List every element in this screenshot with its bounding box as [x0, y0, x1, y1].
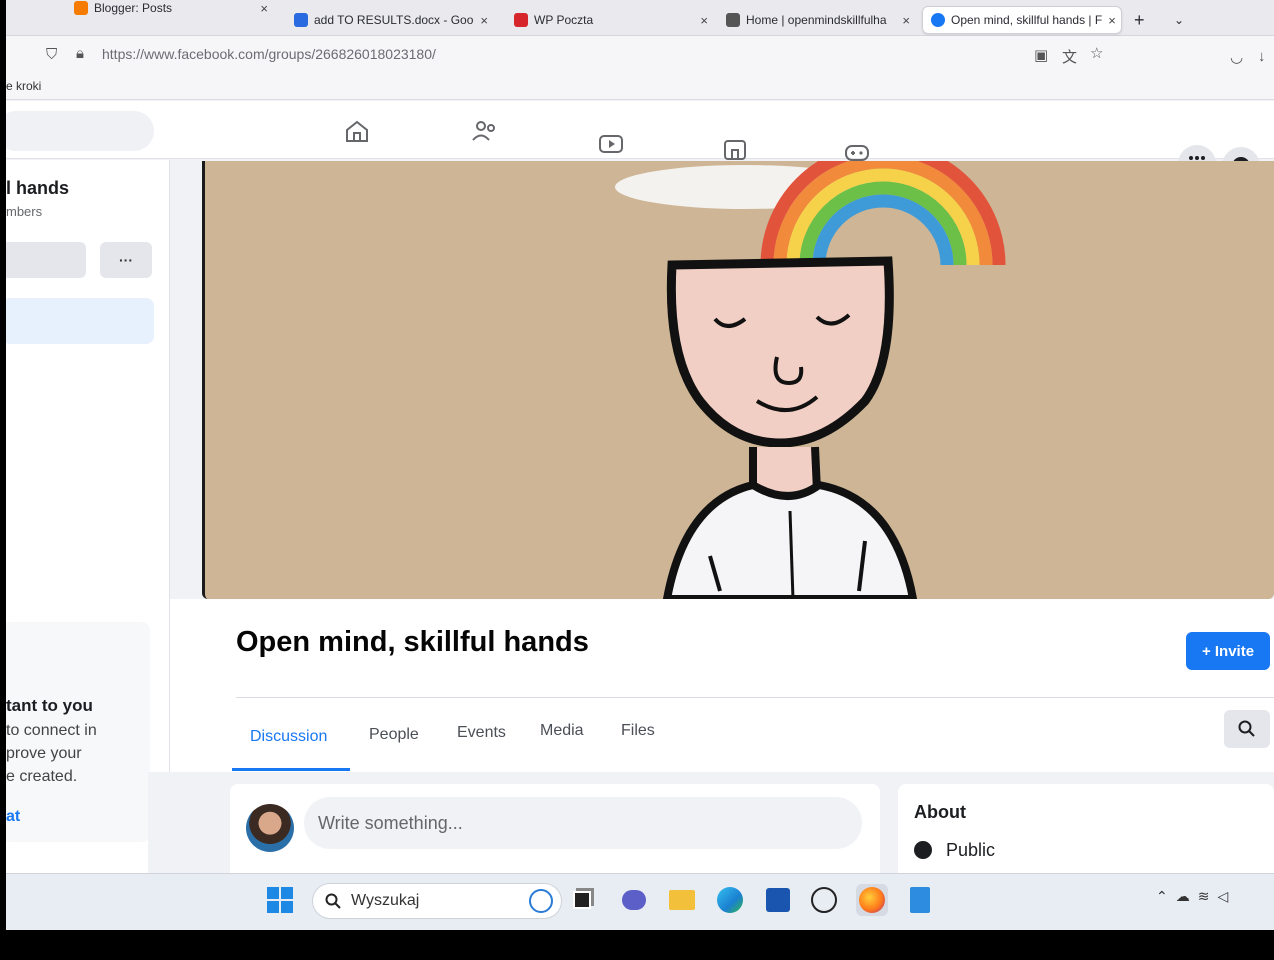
left-sidebar: l hands mbers ··· tant to you to connect… — [6, 160, 170, 875]
document-app-icon[interactable] — [904, 884, 936, 916]
close-tab-icon[interactable]: × — [480, 13, 488, 28]
card-text: e created. — [6, 768, 78, 785]
tab-files[interactable]: Files — [621, 722, 655, 740]
tab-people[interactable]: People — [369, 726, 419, 744]
search-icon — [1238, 720, 1255, 737]
privacy-label: Public — [946, 840, 996, 860]
search-icon — [325, 893, 341, 909]
shield-icon[interactable]: ⛉ — [46, 46, 57, 63]
tab-discussion[interactable]: Discussion — [250, 728, 327, 746]
bookmark-item[interactable]: e kroki — [6, 79, 41, 93]
wifi-icon[interactable]: ≋ — [1198, 888, 1218, 904]
watch-icon[interactable] — [596, 131, 626, 159]
chat-icon[interactable] — [618, 884, 650, 916]
wp-icon — [514, 13, 528, 27]
bing-icon[interactable] — [529, 889, 553, 913]
tab-docs[interactable]: add TO RESULTS.docx - Goo × — [286, 6, 496, 34]
new-tab-button[interactable]: + — [1126, 6, 1156, 34]
header-divider — [236, 697, 1274, 698]
task-view-icon[interactable] — [566, 884, 598, 916]
bookmark-star-icon[interactable]: ☆ — [1090, 44, 1103, 62]
friends-icon[interactable] — [470, 117, 500, 145]
facebook-top-nav — [6, 101, 1274, 161]
screen: Blogger: Posts × add TO RESULTS.docx - G… — [6, 0, 1274, 930]
home-icon[interactable] — [342, 117, 372, 145]
card-link[interactable]: at — [6, 808, 20, 826]
joined-button[interactable] — [6, 242, 86, 278]
tab-label: WP Poczta — [534, 13, 594, 27]
edge-icon[interactable] — [714, 884, 746, 916]
pocket-icon[interactable]: ◡ — [1230, 48, 1243, 66]
dell-icon[interactable] — [808, 884, 840, 916]
tab-label: add TO RESULTS.docx - Goo — [314, 13, 474, 27]
windows-start-icon[interactable] — [264, 884, 296, 916]
sidebar-members-count: mbers — [6, 204, 43, 219]
tab-blogger[interactable]: Blogger: Posts × — [66, 0, 276, 22]
browser-tab-strip: Blogger: Posts × add TO RESULTS.docx - G… — [6, 0, 1274, 36]
avatar[interactable] — [246, 804, 294, 852]
store-icon[interactable] — [762, 884, 794, 916]
bookmarks-bar: e kroki — [6, 74, 1274, 100]
tab-wp-poczta[interactable]: WP Poczta × — [506, 6, 716, 34]
tab-facebook-group[interactable]: Open mind, skillful hands | F × — [922, 6, 1122, 34]
tab-media[interactable]: Media — [540, 722, 584, 740]
more-options-button[interactable]: ··· — [100, 242, 152, 278]
tab-list-chevron-icon[interactable]: ⌄ — [1166, 6, 1196, 34]
system-tray[interactable]: ⌃☁≋◁ — [1156, 888, 1236, 905]
about-card: About Public — [898, 784, 1274, 880]
facebook-search-input[interactable] — [6, 111, 154, 151]
taskbar-search-label: Wyszukaj — [351, 892, 420, 909]
facebook-icon — [931, 13, 945, 27]
card-title: tant to you — [6, 696, 93, 715]
firefox-icon[interactable] — [856, 884, 888, 916]
globe-icon — [914, 841, 932, 859]
write-something-input[interactable]: Write something... — [304, 797, 862, 849]
card-text: prove your — [6, 745, 82, 762]
cover-illustration — [205, 161, 1274, 599]
volume-icon[interactable]: ◁ — [1217, 888, 1236, 904]
translate-icon[interactable]: 文 — [1062, 46, 1077, 67]
sidebar-group-name[interactable]: l hands — [6, 178, 69, 199]
blogger-icon — [74, 1, 88, 15]
docs-icon — [294, 13, 308, 27]
tab-label: Home | openmindskillfulha — [746, 13, 887, 27]
windows-taskbar: Wyszukaj ⌃☁≋◁ — [6, 873, 1274, 930]
active-tab-indicator — [232, 768, 350, 771]
file-explorer-icon[interactable] — [666, 884, 698, 916]
close-tab-icon[interactable]: × — [700, 13, 708, 28]
tab-home[interactable]: Home | openmindskillfulha × — [718, 6, 918, 34]
chevron-up-icon[interactable]: ⌃ — [1156, 888, 1176, 904]
invite-button[interactable]: + Invite — [1186, 632, 1270, 670]
tab-events[interactable]: Events — [457, 724, 506, 742]
tab-label: Blogger: Posts — [94, 1, 173, 15]
reader-view-icon[interactable]: ▣ — [1034, 46, 1048, 64]
about-heading: About — [914, 802, 966, 822]
marketplace-icon[interactable] — [720, 135, 750, 163]
group-title: Open mind, skillful hands — [236, 626, 589, 658]
close-tab-icon[interactable]: × — [1108, 13, 1116, 28]
close-tab-icon[interactable]: × — [260, 1, 268, 16]
sidebar-item-community-home[interactable] — [6, 298, 154, 344]
close-tab-icon[interactable]: × — [902, 13, 910, 28]
tab-label: Open mind, skillful hands | F — [951, 13, 1103, 27]
group-search-button[interactable] — [1224, 710, 1270, 748]
downloads-icon[interactable]: ↓ — [1258, 48, 1266, 65]
lock-icon[interactable]: 🔒︎ — [76, 45, 84, 62]
address-bar[interactable]: ⛉ 🔒︎ https://www.facebook.com/groups/266… — [6, 36, 1274, 74]
card-text: to connect in — [6, 722, 97, 739]
url-text[interactable]: https://www.facebook.com/groups/26682601… — [102, 46, 436, 62]
wix-icon — [726, 13, 740, 27]
cloud-icon[interactable]: ☁ — [1176, 888, 1198, 904]
taskbar-search-input[interactable]: Wyszukaj — [312, 883, 562, 919]
group-cover-photo[interactable] — [202, 161, 1274, 599]
